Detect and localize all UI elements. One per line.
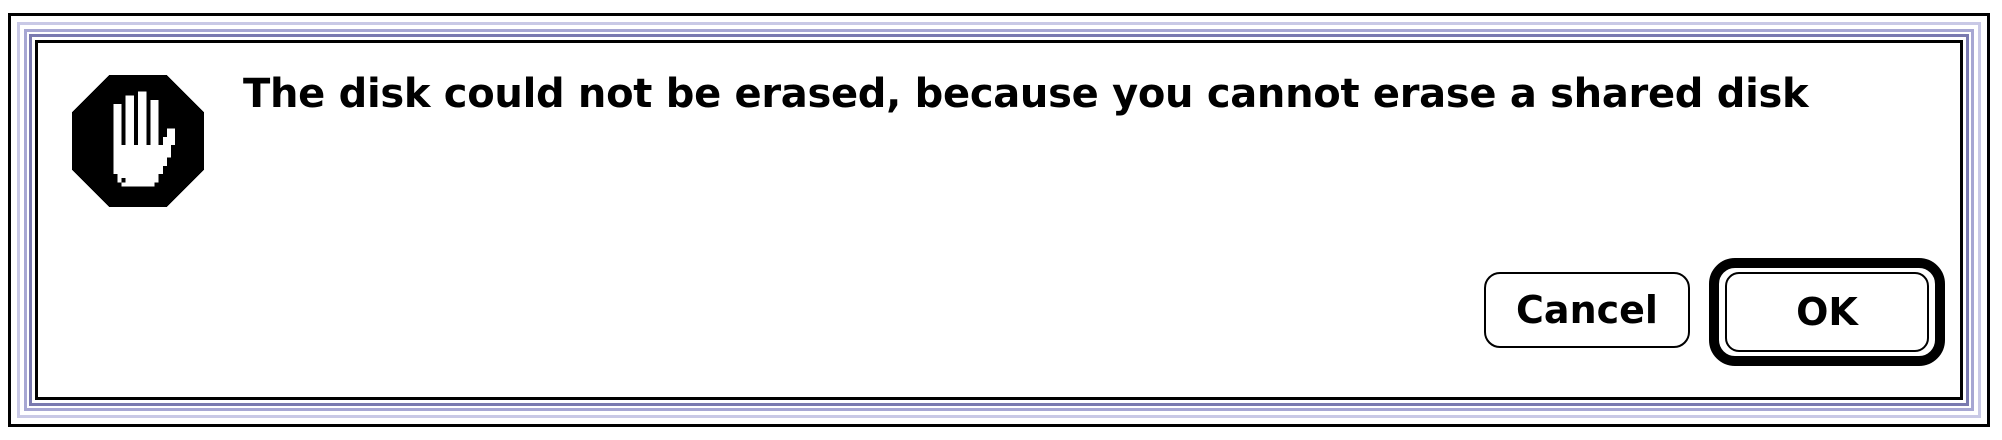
window-frame-accent: The disk could not be erased, because yo… bbox=[29, 34, 1969, 406]
alert-window: The disk could not be erased, because yo… bbox=[8, 13, 1990, 427]
stop-hand-icon bbox=[72, 75, 204, 207]
window-frame-mid: The disk could not be erased, because yo… bbox=[24, 29, 1974, 411]
alert-content-area: The disk could not be erased, because yo… bbox=[35, 40, 1963, 400]
alert-body: The disk could not be erased, because yo… bbox=[38, 43, 1960, 397]
ok-button[interactable]: OK bbox=[1725, 272, 1929, 352]
window-frame-light: The disk could not be erased, because yo… bbox=[17, 22, 1981, 418]
alert-message: The disk could not be erased, because yo… bbox=[243, 71, 1809, 117]
cancel-button[interactable]: Cancel bbox=[1484, 272, 1690, 348]
